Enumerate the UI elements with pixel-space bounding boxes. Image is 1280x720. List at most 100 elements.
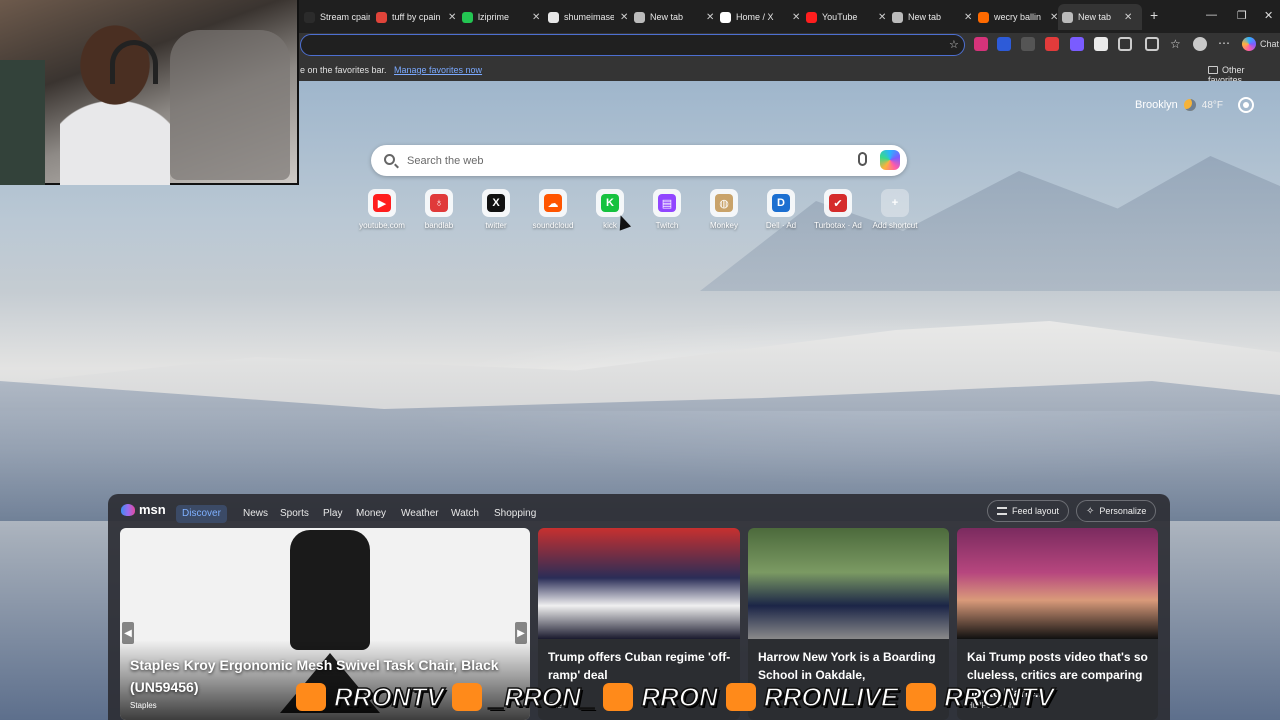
x-icon: X: [487, 194, 505, 212]
tab-title: shumeimasel: [564, 12, 614, 22]
soundcloud-icon: ☁: [544, 194, 562, 212]
tab-5[interactable]: Home / X ✕: [716, 4, 800, 30]
msn-butterfly-icon: [121, 503, 135, 516]
tab-discover[interactable]: Discover: [176, 505, 227, 523]
personalize-button[interactable]: ✧ Personalize: [1076, 500, 1157, 522]
search-box[interactable]: [371, 145, 907, 176]
search-icon: [384, 154, 395, 165]
new-tab-plus-icon[interactable]: +: [1150, 7, 1158, 23]
shortcut-soundcloud[interactable]: ☁ soundcloud: [525, 189, 581, 230]
shortcut-tile: ☁: [539, 189, 567, 217]
shortcut-turbotax-ad[interactable]: ✔ Turbotax · Ad: [810, 189, 866, 230]
shortcut-twitch[interactable]: ▤ Twitch: [639, 189, 695, 230]
youtube-icon: ▶: [373, 194, 391, 212]
tab-8[interactable]: wecry ballin n ✕: [974, 4, 1058, 30]
weather-city: Brooklyn: [1135, 99, 1178, 111]
carousel-next-icon[interactable]: ▶: [515, 622, 527, 644]
turbotax-icon: ✔: [829, 194, 847, 212]
extension-icon[interactable]: [1070, 37, 1084, 51]
instagram-icon: [906, 683, 937, 711]
youtube-favicon-icon: [806, 11, 817, 23]
tab-3[interactable]: shumeimasel ✕: [544, 4, 628, 30]
extension-icon[interactable]: [1021, 37, 1035, 51]
shortcut-label: Twitch: [655, 221, 679, 230]
tab-money[interactable]: Money: [350, 505, 392, 523]
microphone-icon[interactable]: [858, 152, 867, 166]
shortcut-monkey[interactable]: ◍ Monkey: [696, 189, 752, 230]
tab-4[interactable]: New tab ✕: [630, 4, 714, 30]
settings-gear-icon[interactable]: [1238, 97, 1254, 113]
chat-label[interactable]: Chat: [1260, 39, 1279, 49]
tab-favicon-icon: [304, 11, 315, 23]
shortcut-twitter[interactable]: Xtwitter: [468, 189, 524, 230]
minimize-icon[interactable]: —: [1206, 9, 1217, 21]
tab-sports[interactable]: Sports: [274, 505, 315, 523]
manage-favorites-link[interactable]: Manage favorites now: [394, 65, 482, 75]
maximize-icon[interactable]: ❐: [1237, 9, 1247, 22]
msn-brand: msn: [139, 502, 166, 517]
extension-icon[interactable]: [1045, 37, 1059, 51]
tab-news[interactable]: News: [237, 505, 274, 523]
social-handle: RRONTV: [333, 681, 444, 713]
tab-title: YouTube: [822, 12, 858, 22]
tab-7[interactable]: New tab ✕: [888, 4, 972, 30]
kick-icon: [603, 683, 634, 711]
tab-active[interactable]: New tab ✕: [1058, 4, 1142, 30]
tab-play[interactable]: Play: [317, 505, 348, 523]
tab-shopping[interactable]: Shopping: [488, 505, 542, 523]
tab-title: lziprime: [478, 12, 510, 22]
close-tab-icon[interactable]: ✕: [1124, 12, 1132, 23]
copilot-search-icon[interactable]: [880, 150, 900, 170]
address-bar[interactable]: [300, 34, 965, 56]
moon-icon: [1183, 99, 1196, 111]
close-tab-icon[interactable]: ✕: [792, 12, 800, 23]
msn-logo[interactable]: msn: [121, 502, 166, 517]
close-window-icon[interactable]: ✕: [1264, 9, 1273, 22]
social-handle: _RRON_: [489, 681, 596, 713]
extension-icon[interactable]: [997, 37, 1011, 51]
close-tab-icon[interactable]: ✕: [706, 12, 714, 23]
add-shortcut-button[interactable]: + Add shortcut: [867, 189, 923, 230]
favorites-icon[interactable]: ☆: [1170, 37, 1181, 51]
card-image: [748, 528, 949, 639]
shortcut-label: youtube.com: [359, 221, 405, 230]
tab-watch[interactable]: Watch: [445, 505, 485, 523]
tab-title: tuff by cpain: [392, 12, 441, 22]
split-screen-icon[interactable]: [1145, 37, 1159, 51]
close-tab-icon[interactable]: ✕: [964, 12, 972, 23]
feed-layout-button[interactable]: Feed layout: [987, 500, 1070, 522]
close-tab-icon[interactable]: ✕: [448, 12, 456, 23]
shortcut-youtube[interactable]: ▶ youtube.com: [354, 189, 410, 230]
shortcut-tile: D: [767, 189, 795, 217]
close-tab-icon[interactable]: ✕: [620, 12, 628, 23]
tab-6[interactable]: YouTube ✕: [802, 4, 886, 30]
monkey-icon: ◍: [715, 194, 733, 212]
extension-icon[interactable]: [1094, 37, 1108, 51]
more-menu-icon[interactable]: ⋯: [1218, 36, 1230, 50]
streamer: [60, 10, 170, 185]
favorite-star-icon[interactable]: ☆: [949, 38, 959, 51]
tab-2[interactable]: lziprime ✕: [458, 4, 540, 30]
plus-icon: +: [891, 197, 899, 209]
tab-weather[interactable]: Weather: [395, 505, 445, 523]
refresh-extension-icon[interactable]: [1118, 37, 1132, 51]
personalize-label: Personalize: [1099, 506, 1147, 516]
carousel-prev-icon[interactable]: ◀: [122, 622, 134, 644]
tab-1[interactable]: tuff by cpain ✕: [372, 4, 456, 30]
search-input[interactable]: [407, 152, 847, 169]
social-handles-overlay: RRONTV _RRON_ RRON RRONLIVE RRONTV: [296, 677, 1055, 717]
social-handle: RRONTV: [943, 681, 1054, 713]
copilot-icon[interactable]: [1242, 37, 1256, 51]
shortcut-tile: X: [482, 189, 510, 217]
shortcut-bandlab[interactable]: ♁ bandlab: [411, 189, 467, 230]
profile-avatar[interactable]: [1193, 37, 1207, 51]
weather-widget[interactable]: Brooklyn 48°F: [1135, 99, 1223, 111]
webcam-background: [0, 60, 45, 185]
close-tab-icon[interactable]: ✕: [532, 12, 540, 23]
webcam-chair: [170, 30, 290, 180]
tab-favicon-icon: [634, 11, 645, 23]
extension-icon[interactable]: [974, 37, 988, 51]
shortcut-dell-ad[interactable]: D Dell · Ad: [753, 189, 809, 230]
shortcut-tile: ◍: [710, 189, 738, 217]
close-tab-icon[interactable]: ✕: [878, 12, 886, 23]
